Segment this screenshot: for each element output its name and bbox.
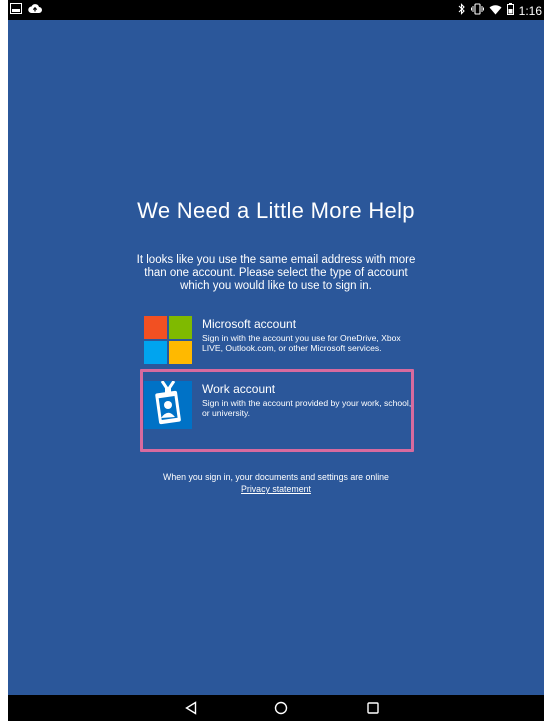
privacy-statement-link[interactable]: Privacy statement [241,484,311,494]
microsoft-logo-icon [144,316,192,364]
recents-button[interactable] [364,700,382,716]
home-icon [274,701,288,715]
recents-icon [367,702,379,714]
microsoft-account-description: Sign in with the account you use for One… [202,333,401,353]
status-left-icons [10,3,42,17]
bluetooth-icon [458,3,466,18]
status-right-icons: 1:16 [458,3,542,18]
wifi-icon [489,4,502,18]
status-bar: 1:16 [8,0,544,20]
work-account-text: Work account Sign in with the account pr… [202,379,416,418]
work-badge-icon [144,380,192,429]
status-time: 1:16 [518,3,542,18]
microsoft-account-text: Microsoft account Sign in with the accou… [202,314,416,353]
image-notification-icon [10,3,22,17]
app-screen: 1:16 We Need a Little More Help It looks… [8,0,544,721]
back-icon [185,701,197,715]
microsoft-account-title: Microsoft account [202,317,297,331]
privacy-statement-container: Privacy statement [8,484,544,495]
vibrate-icon [470,3,484,18]
page-title: We Need a Little More Help [137,198,415,223]
work-account-description: Sign in with the account provided by you… [202,398,412,418]
footer-text: When you sign in, your documents and set… [163,472,389,482]
microsoft-account-option[interactable]: Microsoft account Sign in with the accou… [144,314,416,370]
work-account-title: Work account [202,382,276,396]
navigation-bar [8,695,544,721]
battery-icon [506,3,514,18]
intro-text: It looks like you use the same email add… [136,254,416,292]
home-button[interactable] [272,700,290,716]
back-button[interactable] [182,700,200,716]
cloud-upload-icon [28,3,42,17]
work-account-option[interactable]: Work account Sign in with the account pr… [144,379,416,435]
